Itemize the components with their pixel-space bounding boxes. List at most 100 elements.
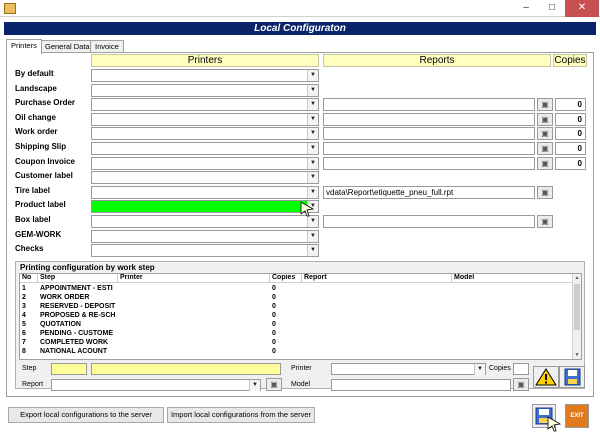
row-label: Customer label: [15, 171, 73, 180]
step-no-field[interactable]: [51, 363, 87, 375]
row-label: Tire label: [15, 186, 50, 195]
copies-header: Copies: [553, 54, 587, 67]
chevron-down-icon[interactable]: ▼: [307, 216, 318, 227]
chevron-down-icon[interactable]: ▼: [307, 128, 318, 139]
cell-copies: 0: [272, 348, 276, 355]
chevron-down-icon[interactable]: ▼: [307, 187, 318, 198]
copies-field[interactable]: 0: [555, 157, 586, 170]
cell-no: 5: [22, 321, 26, 328]
report-field[interactable]: vdata\Report\etiquette_pneu_full.rpt: [323, 186, 535, 199]
table-row[interactable]: 8 NATIONAL ACOUNT 0: [20, 347, 575, 356]
chevron-down-icon[interactable]: ▼: [307, 172, 318, 183]
copies-field[interactable]: [513, 363, 529, 375]
cursor-icon: [547, 416, 561, 432]
row-label: Coupon Invoice: [15, 157, 75, 166]
printer-select[interactable]: ▼: [91, 69, 319, 82]
table-row[interactable]: 1 APPOINTMENT - ESTI 0: [20, 284, 575, 293]
printer-select[interactable]: ▼: [91, 230, 319, 243]
printer-select[interactable]: ▼: [91, 200, 319, 213]
report-field[interactable]: [323, 157, 535, 170]
col-step[interactable]: Step: [38, 274, 118, 283]
copies-field[interactable]: 0: [555, 142, 586, 155]
table-row[interactable]: 5 QUOTATION 0: [20, 320, 575, 329]
model-field[interactable]: [331, 379, 511, 391]
chevron-down-icon[interactable]: ▼: [307, 245, 318, 256]
col-model[interactable]: Model: [452, 274, 574, 283]
import-button[interactable]: Import local configurations from the ser…: [167, 407, 315, 423]
printer-select[interactable]: ▼: [91, 142, 319, 155]
workstep-list[interactable]: No Step Printer Copies Report Model 1 APP…: [19, 273, 582, 360]
printer-select[interactable]: ▼: [91, 113, 319, 126]
row-label: Shipping Slip: [15, 142, 67, 151]
row-label: Oil change: [15, 113, 56, 122]
printer-select[interactable]: ▼: [91, 171, 319, 184]
browse-icon[interactable]: ▣: [537, 186, 553, 199]
col-copies[interactable]: Copies: [270, 274, 302, 283]
export-button[interactable]: Export local configurations to the serve…: [8, 407, 164, 423]
chevron-down-icon[interactable]: ▼: [307, 99, 318, 110]
cell-step: QUOTATION: [40, 321, 81, 328]
scroll-thumb[interactable]: [574, 284, 580, 330]
cell-copies: 0: [272, 285, 276, 292]
col-report[interactable]: Report: [302, 274, 452, 283]
printer-select[interactable]: ▼: [91, 215, 319, 228]
chevron-down-icon[interactable]: ▼: [307, 143, 318, 154]
minimize-button[interactable]: –: [513, 0, 539, 17]
cell-copies: 0: [272, 339, 276, 346]
chevron-down-icon[interactable]: ▼: [307, 158, 318, 169]
table-row[interactable]: 6 PENDING - CUSTOME 0: [20, 329, 575, 338]
table-row[interactable]: 3 RESERVED - DEPOSIT 0: [20, 302, 575, 311]
tab-printers[interactable]: Printers: [6, 39, 42, 54]
browse-icon[interactable]: ▣: [537, 98, 553, 111]
printer-select[interactable]: ▼: [91, 186, 319, 199]
table-row[interactable]: 7 COMPLETED WORK 0: [20, 338, 575, 347]
col-no[interactable]: No: [20, 274, 38, 283]
col-printer[interactable]: Printer: [118, 274, 270, 283]
workstep-scrollbar[interactable]: ▲ ▼: [572, 274, 581, 359]
close-button[interactable]: ✕: [565, 0, 599, 17]
browse-icon[interactable]: ▣: [537, 215, 553, 228]
report-field[interactable]: [323, 142, 535, 155]
printer-select[interactable]: ▼: [91, 127, 319, 140]
scroll-up-icon[interactable]: ▲: [573, 274, 581, 282]
printers-header: Printers: [91, 54, 319, 67]
cell-no: 4: [22, 312, 26, 319]
table-row[interactable]: 4 PROPOSED & RE-SCH 0: [20, 311, 575, 320]
copies-field[interactable]: 0: [555, 113, 586, 126]
chevron-down-icon[interactable]: ▼: [307, 70, 318, 81]
browse-icon[interactable]: ▣: [537, 157, 553, 170]
cell-step: APPOINTMENT - ESTI: [40, 285, 113, 292]
report-browse-button[interactable]: ▣: [266, 378, 282, 391]
report-field[interactable]: [323, 127, 535, 140]
printer-select[interactable]: ▼: [91, 244, 319, 257]
step-name-field[interactable]: [91, 363, 281, 375]
row-label: Work order: [15, 127, 58, 136]
maximize-button[interactable]: □: [539, 0, 565, 17]
table-row[interactable]: 2 WORK ORDER 0: [20, 293, 575, 302]
report-field[interactable]: [323, 113, 535, 126]
printer-select[interactable]: ▼: [91, 98, 319, 111]
warning-button[interactable]: [533, 366, 559, 388]
browse-icon[interactable]: ▣: [537, 142, 553, 155]
workstep-title: Printing configuration by work step: [20, 263, 155, 272]
report-select[interactable]: ▼: [51, 379, 261, 391]
chevron-down-icon[interactable]: ▼: [307, 231, 318, 242]
exit-button[interactable]: EXIT: [565, 404, 589, 428]
scroll-down-icon[interactable]: ▼: [573, 351, 581, 359]
cell-copies: 0: [272, 330, 276, 337]
reports-header: Reports: [323, 54, 551, 67]
chevron-down-icon[interactable]: ▼: [307, 114, 318, 125]
copies-field[interactable]: 0: [555, 127, 586, 140]
printer-select[interactable]: ▼: [91, 157, 319, 170]
report-field[interactable]: [323, 98, 535, 111]
printer-select[interactable]: ▼: [91, 84, 319, 97]
printer-select[interactable]: ▼: [331, 363, 486, 375]
chevron-down-icon[interactable]: ▼: [307, 85, 318, 96]
model-browse-button[interactable]: ▣: [513, 378, 529, 391]
copies-field[interactable]: 0: [555, 98, 586, 111]
browse-icon[interactable]: ▣: [537, 127, 553, 140]
save-step-button[interactable]: [559, 366, 585, 388]
row-label: By default: [15, 69, 54, 78]
browse-icon[interactable]: ▣: [537, 113, 553, 126]
report-field[interactable]: [323, 215, 535, 228]
